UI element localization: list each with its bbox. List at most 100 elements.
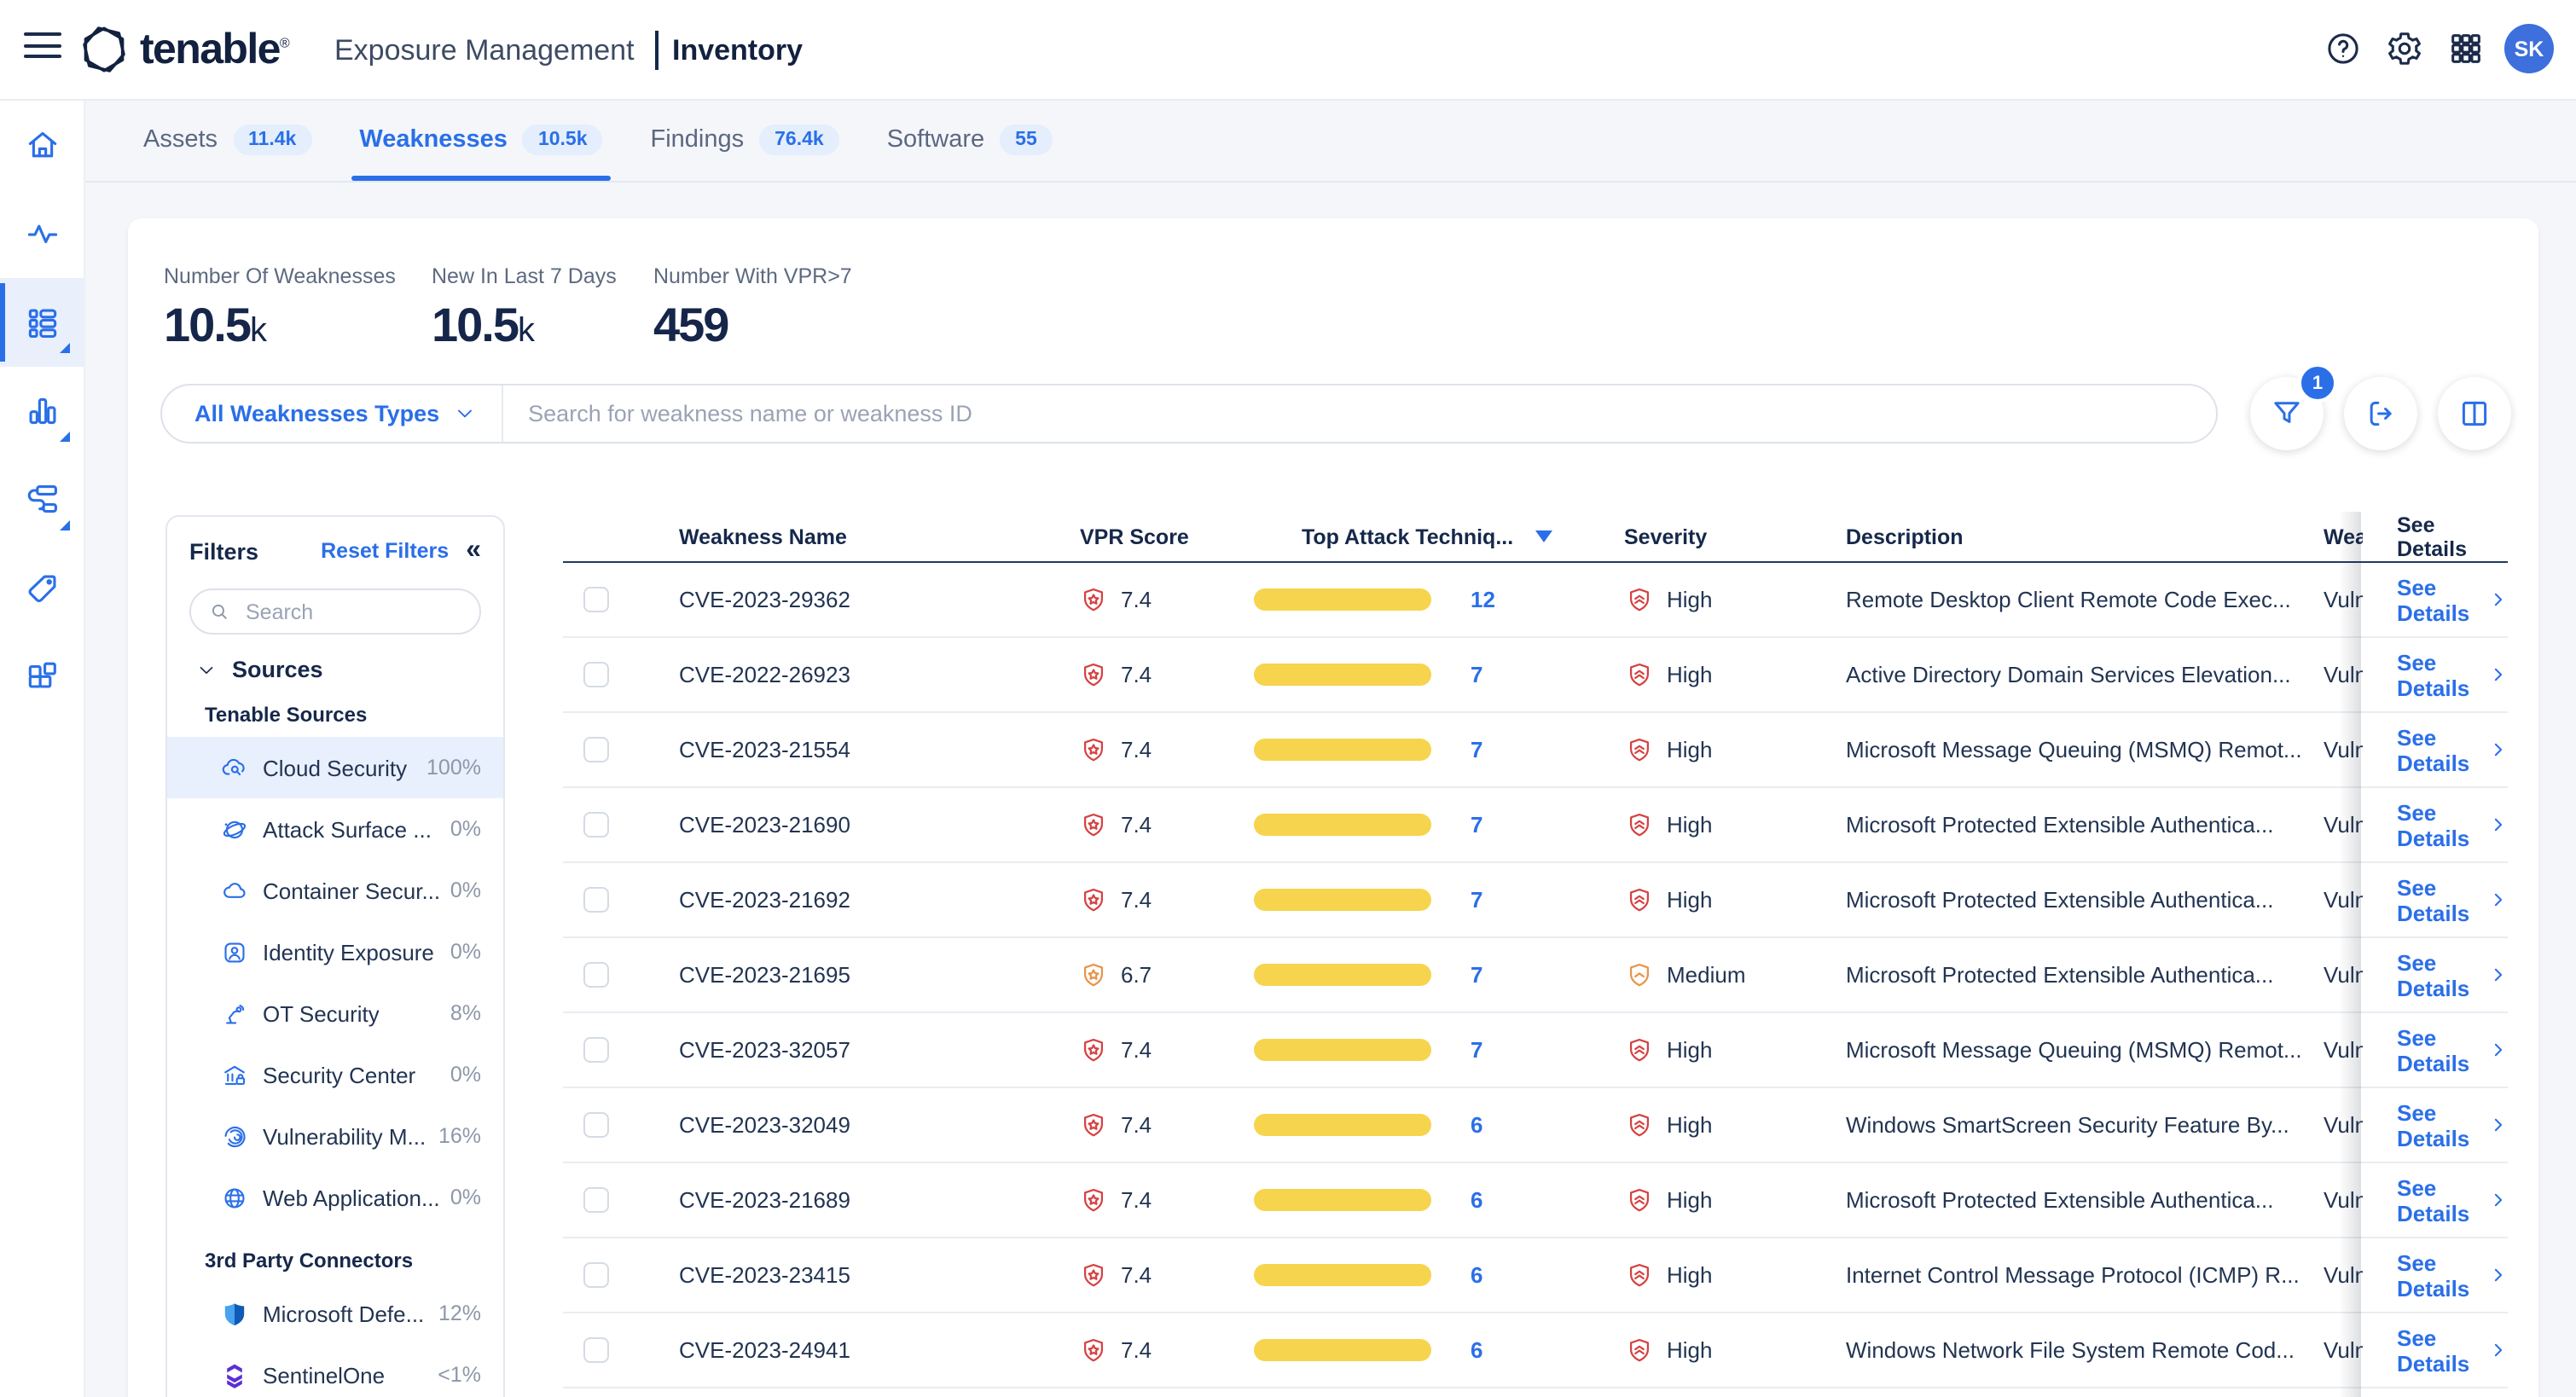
- web-application-icon: [220, 1183, 249, 1212]
- source-item-cloud-security[interactable]: Cloud Security100%: [167, 737, 503, 798]
- nav-inventory-icon[interactable]: [0, 278, 84, 367]
- row-checkbox[interactable]: [583, 661, 609, 687]
- table-row[interactable]: CVE-2023-249417.46HighWindows Network Fi…: [563, 1313, 2508, 1388]
- nav-blocks-icon[interactable]: [0, 633, 84, 722]
- attack-technique-count[interactable]: 7: [1471, 713, 1482, 786]
- export-button[interactable]: [2344, 377, 2417, 450]
- see-details-link[interactable]: See Details: [2363, 1325, 2508, 1376]
- see-details-link[interactable]: See Details: [2363, 874, 2508, 925]
- tab-label: Software: [887, 126, 984, 154]
- table-row[interactable]: CVE-2023-215547.47HighMicrosoft Message …: [563, 713, 2508, 788]
- search-input[interactable]: [502, 399, 2216, 428]
- source-item-microsoft-defe[interactable]: Microsoft Defe...12%: [167, 1283, 503, 1344]
- table-row[interactable]: CVE-2023-216897.46HighMicrosoft Protecte…: [563, 1163, 2508, 1238]
- source-item-web-application[interactable]: Web Application...0%: [167, 1167, 503, 1228]
- see-details-link[interactable]: See Details: [2363, 1249, 2508, 1301]
- attack-technique-count[interactable]: 7: [1471, 788, 1482, 861]
- see-details-link[interactable]: See Details: [2363, 799, 2508, 850]
- tab-software[interactable]: Software55: [887, 99, 1053, 181]
- vpr-score: 7.4: [1078, 1238, 1152, 1312]
- hamburger-menu-icon[interactable]: [24, 32, 61, 67]
- row-checkbox[interactable]: [583, 1261, 609, 1287]
- filters-search-input[interactable]: [242, 598, 462, 625]
- attack-technique-count[interactable]: 6: [1471, 1088, 1482, 1162]
- see-details-link[interactable]: See Details: [2363, 649, 2508, 700]
- attack-technique-count[interactable]: 7: [1471, 863, 1482, 936]
- source-item-security-center[interactable]: Security Center0%: [167, 1044, 503, 1105]
- source-item-container-secur[interactable]: Container Secur...0%: [167, 860, 503, 921]
- apps-grid-icon[interactable]: [2446, 29, 2486, 68]
- nav-home-icon[interactable]: [0, 101, 84, 189]
- see-details-link[interactable]: See Details: [2363, 1024, 2508, 1075]
- source-item-vulnerability-m[interactable]: Vulnerability M...16%: [167, 1105, 503, 1167]
- row-checkbox[interactable]: [583, 1336, 609, 1362]
- attack-technique-bar: [1254, 964, 1431, 986]
- tab-weaknesses[interactable]: Weaknesses10.5k: [359, 99, 602, 181]
- table-row-partial[interactable]: [563, 1388, 2508, 1397]
- table-row[interactable]: CVE-2023-320577.47HighMicrosoft Message …: [563, 1013, 2508, 1088]
- see-details-link[interactable]: See Details: [2363, 724, 2508, 775]
- tab-findings[interactable]: Findings76.4k: [651, 99, 839, 181]
- tab-assets[interactable]: Assets11.4k: [143, 99, 311, 181]
- reset-filters-link[interactable]: Reset Filters: [321, 539, 449, 563]
- nav-bar-chart-icon[interactable]: [0, 367, 84, 455]
- tabs-divider: [85, 181, 2576, 183]
- col-header-top-attack[interactable]: Top Attack Techniq...: [1302, 512, 1552, 561]
- attack-technique-count[interactable]: 7: [1471, 938, 1482, 1012]
- row-checkbox[interactable]: [583, 736, 609, 762]
- table-row[interactable]: CVE-2023-216956.77MediumMicrosoft Protec…: [563, 938, 2508, 1013]
- table-row[interactable]: CVE-2023-216907.47HighMicrosoft Protecte…: [563, 788, 2508, 863]
- row-checkbox[interactable]: [583, 886, 609, 912]
- row-checkbox[interactable]: [583, 1186, 609, 1212]
- avatar[interactable]: SK: [2504, 24, 2554, 73]
- see-details-link[interactable]: See Details: [2363, 949, 2508, 1000]
- row-checkbox[interactable]: [583, 1111, 609, 1137]
- table-row[interactable]: CVE-2023-320497.46HighWindows SmartScree…: [563, 1088, 2508, 1163]
- suite-title: Exposure Management: [334, 34, 635, 68]
- sources-group-toggle[interactable]: Sources: [196, 657, 481, 682]
- col-header-vpr-score[interactable]: VPR Score: [1080, 512, 1189, 561]
- row-checkbox[interactable]: [583, 586, 609, 612]
- nav-activity-icon[interactable]: [0, 189, 84, 278]
- table-row[interactable]: CVE-2023-234157.46HighInternet Control M…: [563, 1238, 2508, 1313]
- col-header-description[interactable]: Description: [1846, 512, 1964, 561]
- source-item-identity-exposure[interactable]: Identity Exposure0%: [167, 921, 503, 983]
- collapse-panel-icon[interactable]: «: [466, 537, 481, 565]
- see-details-cell: See Details: [2363, 938, 2508, 1012]
- severity: High: [1624, 563, 1713, 636]
- settings-gear-icon[interactable]: [2385, 29, 2424, 68]
- nav-flow-icon[interactable]: [0, 455, 84, 544]
- help-icon[interactable]: [2324, 29, 2363, 68]
- attack-technique-count[interactable]: 7: [1471, 1013, 1482, 1087]
- source-label: Identity Exposure: [263, 939, 434, 965]
- attack-technique-count[interactable]: 7: [1471, 638, 1482, 711]
- see-details-link[interactable]: See Details: [2363, 1099, 2508, 1151]
- columns-button[interactable]: [2438, 377, 2511, 450]
- filters-search: [189, 588, 481, 635]
- description: Microsoft Protected Extensible Authentic…: [1846, 788, 2317, 861]
- severity: Medium: [1624, 938, 1746, 1012]
- see-details-link[interactable]: See Details: [2363, 574, 2508, 625]
- attack-technique-count[interactable]: 12: [1471, 563, 1495, 636]
- attack-technique-count[interactable]: 6: [1471, 1313, 1482, 1387]
- severity-shield-icon: [1624, 1260, 1655, 1290]
- source-item-sentinelone[interactable]: SentinelOne<1%: [167, 1344, 503, 1397]
- table-row[interactable]: CVE-2023-216927.47HighMicrosoft Protecte…: [563, 863, 2508, 938]
- col-header-severity[interactable]: Severity: [1624, 512, 1707, 561]
- row-checkbox[interactable]: [583, 811, 609, 837]
- vpr-score: 7.4: [1078, 1013, 1152, 1087]
- row-checkbox[interactable]: [583, 961, 609, 987]
- table-row[interactable]: CVE-2022-269237.47HighActive Directory D…: [563, 638, 2508, 713]
- nav-tag-icon[interactable]: [0, 544, 84, 633]
- see-details-link[interactable]: See Details: [2363, 1174, 2508, 1226]
- severity-shield-icon: [1624, 659, 1655, 690]
- col-header-weakness-name[interactable]: Weakness Name: [679, 512, 847, 561]
- attack-technique-count[interactable]: 6: [1471, 1163, 1482, 1237]
- table-row[interactable]: CVE-2023-293627.412HighRemote Desktop Cl…: [563, 563, 2508, 638]
- row-checkbox[interactable]: [583, 1036, 609, 1062]
- weakness-type-dropdown[interactable]: All Weaknesses Types: [162, 385, 502, 442]
- source-item-ot-security[interactable]: OT Security8%: [167, 983, 503, 1044]
- source-item-attack-surface[interactable]: Attack Surface ...0%: [167, 798, 503, 860]
- attack-surface-icon: [220, 814, 249, 843]
- attack-technique-count[interactable]: 6: [1471, 1238, 1482, 1312]
